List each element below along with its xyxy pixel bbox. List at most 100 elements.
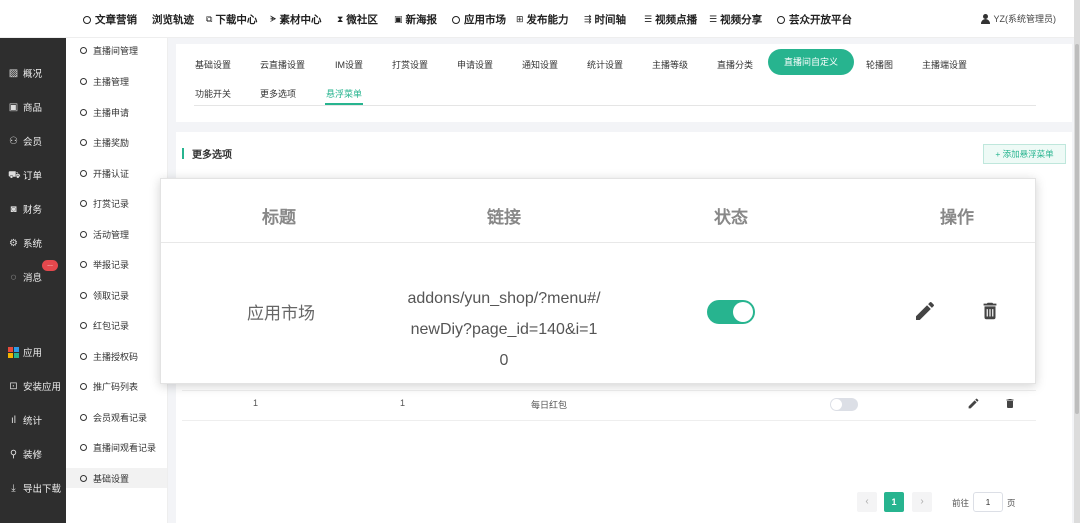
sub-item-label: 红包记录	[93, 321, 130, 331]
topnav-label: 时间轴	[594, 14, 627, 26]
tab-im-settings[interactable]: IM设置	[335, 58, 363, 71]
topnav-item-timeline[interactable]: ⇶ 时间轴	[584, 12, 626, 27]
sub-item-label: 推广码列表	[93, 382, 139, 392]
add-floating-menu-button[interactable]: + 添加悬浮菜单	[983, 144, 1066, 164]
sub-item[interactable]: 主播授权码	[80, 350, 138, 363]
topnav-item-video-vod[interactable]: ☰ 视频点播	[644, 12, 697, 27]
sub-item[interactable]: 推广码列表	[80, 380, 138, 393]
circle-icon	[80, 139, 87, 146]
topnav-label: 文章营销	[95, 14, 137, 26]
circle-icon	[80, 414, 87, 421]
pagination-next[interactable]: ›	[912, 492, 932, 512]
topnav-item-open-platform[interactable]: 芸众开放平台	[777, 12, 852, 27]
delete-icon[interactable]	[1004, 397, 1016, 415]
sidebar-item-orders[interactable]: ⛟ 订单	[8, 168, 43, 183]
subtab-more-options[interactable]: 更多选项	[260, 87, 296, 100]
sidebar-item-decorate[interactable]: ⚲ 装修	[8, 447, 42, 462]
topnav-item-browse-trace[interactable]: 浏览轨迹	[152, 12, 194, 27]
sub-item-label: 举报记录	[93, 260, 130, 270]
pagination-goto-label: 前往	[952, 498, 970, 508]
sub-item[interactable]: 红包记录	[80, 319, 129, 332]
status-toggle-off[interactable]	[830, 398, 858, 411]
sub-item[interactable]: 会员观看记录	[80, 411, 147, 424]
sub-item-label: 直播间观看记录	[93, 443, 157, 453]
user-name: YZ(系统管理员)	[993, 14, 1057, 24]
window-scrollbar[interactable]	[1074, 0, 1080, 523]
topnav-item-micro-community[interactable]: ⧗ 微社区	[337, 12, 378, 27]
sub-item[interactable]: 主播管理	[80, 75, 129, 88]
sub-item[interactable]: 活动管理	[80, 228, 129, 241]
sidebar-item-label: 安装应用	[23, 382, 62, 393]
sub-item[interactable]: 领取记录	[80, 289, 129, 302]
column-header-actions: 操作	[940, 208, 974, 227]
section-title: 更多选项	[182, 146, 232, 161]
tab-anchor-level[interactable]: 主播等级	[652, 58, 688, 71]
sidebar-item-overview[interactable]: ▨ 概况	[8, 66, 43, 81]
tab-apply-settings[interactable]: 申请设置	[457, 58, 493, 71]
tab-reward-settings[interactable]: 打赏设置	[392, 58, 428, 71]
sidebar-item-finance[interactable]: ◙ 财务	[8, 202, 43, 217]
subtab-floating-menu[interactable]: 悬浮菜单	[326, 87, 362, 100]
tab-anchor-client-settings[interactable]: 主播端设置	[922, 58, 967, 71]
tab-notify-settings[interactable]: 通知设置	[522, 58, 558, 71]
row-link: addons/yun_shop/?menu#/ newDiy?page_id=1…	[399, 283, 609, 376]
sidebar-item-label: 应用	[23, 348, 43, 359]
pagination-prev[interactable]: ‹	[857, 492, 877, 512]
sub-item[interactable]: 直播间观看记录	[80, 441, 156, 454]
sidebar-item-label: 订单	[23, 171, 43, 182]
sub-item[interactable]: 打赏记录	[80, 197, 129, 210]
tab-live-room-custom[interactable]: 直播间自定义	[768, 49, 854, 75]
topnav-label: 发布能力	[526, 14, 569, 26]
topnav-item-article-marketing[interactable]: 文章营销	[83, 12, 137, 27]
delete-icon[interactable]	[979, 299, 1001, 328]
topnav-item-new-poster[interactable]: ▣ 新海报	[394, 12, 437, 27]
tab-stats-settings[interactable]: 统计设置	[587, 58, 623, 71]
tab-live-category[interactable]: 直播分类	[717, 58, 753, 71]
sidebar-item-label: 统计	[23, 416, 43, 427]
edit-icon[interactable]	[913, 299, 937, 328]
topnav-label: 下载中心	[215, 14, 258, 26]
pagination-page-suffix: 页	[1007, 498, 1016, 508]
sidebar-item-members[interactable]: ⚇ 会员	[8, 134, 42, 149]
circle-icon	[80, 231, 87, 238]
row-link-line: addons/yun_shop/?menu#/	[407, 290, 601, 307]
sidebar-item-system[interactable]: ⚙ 系统	[8, 236, 42, 251]
sub-item[interactable]: 开播认证	[80, 167, 129, 180]
user-menu[interactable]: YZ(系统管理员)	[980, 12, 1057, 25]
sidebar-item-label: 概况	[23, 69, 43, 80]
tab-cloud-live-settings[interactable]: 云直播设置	[260, 58, 305, 71]
circle-icon	[80, 47, 87, 54]
pagination-goto-input[interactable]: 1	[973, 492, 1003, 512]
sidebar-item-goods[interactable]: ▣ 商品	[8, 100, 43, 115]
pagination-current[interactable]: 1	[884, 492, 904, 512]
sidebar-item-export[interactable]: ⤓ 导出下载	[8, 481, 61, 496]
sidebar-item-label: 商品	[23, 103, 43, 114]
sub-item[interactable]: 举报记录	[80, 258, 129, 271]
edit-icon[interactable]	[967, 397, 980, 415]
sidebar-item-messages[interactable]: ◌ 消息	[8, 270, 43, 285]
topnav-item-download-center[interactable]: ⧉ 下载中心	[206, 12, 257, 27]
topnav-item-material-center[interactable]: ᗙ 素材中心	[270, 12, 322, 27]
sub-item[interactable]: 主播奖励	[80, 136, 129, 149]
sidebar-item-statistics[interactable]: ıl 统计	[8, 413, 43, 428]
tab-basic-settings[interactable]: 基础设置	[195, 58, 231, 71]
sub-item-label: 领取记录	[93, 291, 130, 301]
topnav-item-publish[interactable]: ⊞ 发布能力	[516, 12, 569, 27]
tab-carousel[interactable]: 轮播图	[866, 58, 893, 71]
apps-icon	[8, 346, 19, 358]
sidebar-item-label: 财务	[23, 205, 43, 216]
subtab-feature-switch[interactable]: 功能开关	[195, 87, 231, 100]
sub-item[interactable]: 直播间管理	[80, 44, 138, 57]
topnav-item-video-share[interactable]: ☰ 视频分享	[709, 12, 762, 27]
status-toggle-on[interactable]	[707, 300, 755, 324]
sidebar-item-apps[interactable]: 应用	[8, 345, 42, 359]
sub-item-label: 开播认证	[93, 169, 130, 179]
topnav-item-app-market[interactable]: 应用市场	[452, 12, 506, 27]
topnav-label: 视频分享	[720, 14, 763, 26]
sidebar-item-install-app[interactable]: ⊡ 安装应用	[8, 379, 62, 394]
bar-chart-icon: ıl	[11, 414, 16, 426]
sub-item-active[interactable]: 基础设置	[80, 472, 129, 485]
table-divider	[182, 420, 1036, 421]
row-link-line: 0	[499, 352, 509, 369]
sub-item[interactable]: 主播申请	[80, 106, 129, 119]
